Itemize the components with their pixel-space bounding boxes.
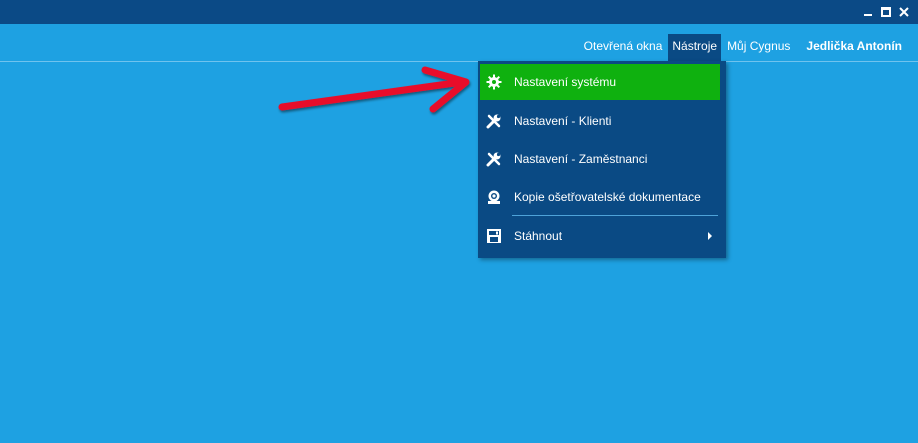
gear-icon xyxy=(485,73,503,91)
submenu-arrow-icon xyxy=(708,232,712,240)
title-bar xyxy=(0,0,918,24)
menu-items: Otevřená okna Nástroje Můj Cygnus Jedlič… xyxy=(578,34,906,62)
menu-user[interactable]: Jedlička Antonín xyxy=(802,34,906,62)
dropdown-item-label: Nastavení - Zaměstnanci xyxy=(514,152,648,166)
tools-icon xyxy=(485,112,503,130)
document-copy-icon xyxy=(485,188,503,206)
menu-open-windows[interactable]: Otevřená okna xyxy=(580,34,667,62)
minimize-icon[interactable] xyxy=(862,6,874,18)
dropdown-item-system-settings[interactable]: Nastavení systému xyxy=(480,64,720,100)
dropdown-item-label: Kopie ošetřovatelské dokumentace xyxy=(514,190,701,204)
dropdown-item-label: Nastavení - Klienti xyxy=(514,114,612,128)
dropdown-item-client-settings[interactable]: Nastavení - Klienti xyxy=(480,103,720,139)
maximize-icon[interactable] xyxy=(880,6,892,18)
menu-bar: Otevřená okna Nástroje Můj Cygnus Jedlič… xyxy=(0,24,918,62)
tools-dropdown: Nastavení systému Nastavení - Klienti Na… xyxy=(478,61,726,258)
dropdown-item-nursing-docs-copy[interactable]: Kopie ošetřovatelské dokumentace xyxy=(480,179,720,215)
window-controls xyxy=(862,0,918,24)
tools-icon xyxy=(485,150,503,168)
annotation-arrow-icon xyxy=(278,66,470,113)
close-icon[interactable] xyxy=(898,6,910,18)
menu-my-cygnus[interactable]: Můj Cygnus xyxy=(723,34,794,62)
dropdown-item-download[interactable]: Stáhnout xyxy=(480,218,720,254)
dropdown-item-label: Nastavení systému xyxy=(514,75,617,89)
dropdown-item-employee-settings[interactable]: Nastavení - Zaměstnanci xyxy=(480,141,720,177)
menu-tools[interactable]: Nástroje xyxy=(668,34,722,62)
save-icon xyxy=(485,227,503,245)
dropdown-item-label: Stáhnout xyxy=(514,229,563,243)
dropdown-separator xyxy=(512,215,718,216)
